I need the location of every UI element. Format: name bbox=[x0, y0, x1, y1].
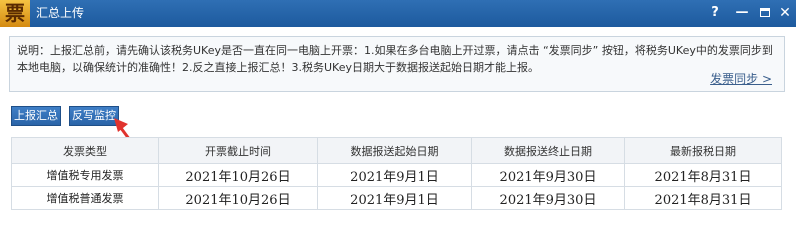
table-cell: 2021年9月30日 bbox=[471, 186, 625, 210]
column-header: 最新报税日期 bbox=[624, 137, 782, 164]
summary-table: 发票类型 开票截止时间 数据报送起始日期 数据报送终止日期 最新报税日期 增值税… bbox=[11, 137, 782, 210]
notice-text: 说明：上报汇总前，请先确认该税务UKey是否一直在同一电脑上开票：1.如果在多台… bbox=[17, 44, 773, 74]
app-logo: 票 bbox=[0, 0, 30, 27]
column-header: 开票截止时间 bbox=[158, 137, 318, 164]
help-button[interactable]: ? bbox=[706, 4, 724, 22]
column-header: 发票类型 bbox=[11, 137, 159, 164]
table-cell: 2021年9月1日 bbox=[317, 163, 472, 187]
column-header: 数据报送终止日期 bbox=[471, 137, 625, 164]
maximize-icon bbox=[760, 8, 770, 17]
table-cell: 2021年8月31日 bbox=[624, 186, 782, 210]
minimize-button[interactable]: — bbox=[733, 4, 751, 22]
title-bar: 票 汇总上传 ? — ✕ bbox=[0, 0, 796, 27]
table-cell: 2021年10月26日 bbox=[158, 186, 318, 210]
notice-panel: 说明：上报汇总前，请先确认该税务UKey是否一直在同一电脑上开票：1.如果在多台… bbox=[9, 36, 785, 92]
invoice-type-cell: 增值税专用发票 bbox=[11, 163, 159, 187]
maximize-button[interactable] bbox=[756, 4, 774, 22]
table-header-row: 发票类型 开票截止时间 数据报送起始日期 数据报送终止日期 最新报税日期 bbox=[11, 137, 782, 164]
invoice-sync-link[interactable]: 发票同步 > bbox=[710, 70, 772, 87]
table-row[interactable]: 增值税专用发票 2021年10月26日 2021年9月1日 2021年9月30日… bbox=[11, 163, 782, 187]
table-cell: 2021年9月1日 bbox=[317, 186, 472, 210]
table-cell: 2021年10月26日 bbox=[158, 163, 318, 187]
invoice-type-cell: 增值税普通发票 bbox=[11, 186, 159, 210]
table-row[interactable]: 增值税普通发票 2021年10月26日 2021年9月1日 2021年9月30日… bbox=[11, 186, 782, 210]
window-title: 汇总上传 bbox=[36, 6, 85, 20]
close-button[interactable]: ✕ bbox=[776, 4, 794, 22]
table-cell: 2021年8月31日 bbox=[624, 163, 782, 187]
table-cell: 2021年9月30日 bbox=[471, 163, 625, 187]
column-header: 数据报送起始日期 bbox=[317, 137, 472, 164]
report-summary-button[interactable]: 上报汇总 bbox=[11, 106, 61, 126]
